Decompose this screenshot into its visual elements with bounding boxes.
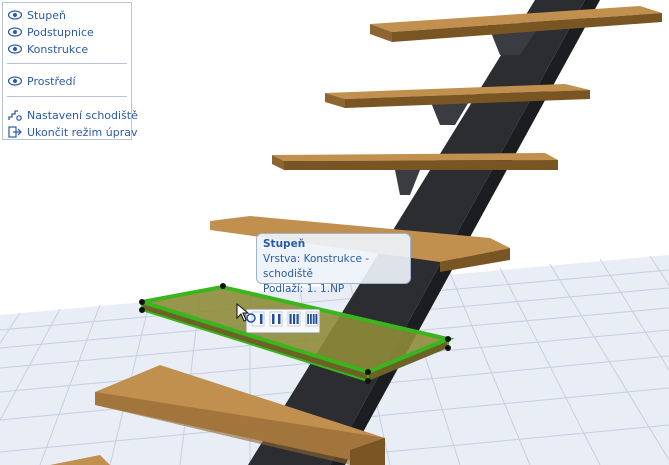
tooltip-story: Podlaží: 1. 1.NP <box>263 283 345 295</box>
panel-item-label: Konstrukce <box>27 42 89 56</box>
selection-node[interactable] <box>365 369 371 375</box>
selection-node[interactable] <box>139 307 145 313</box>
panel-item-label: Ukončit režim úprav <box>27 125 138 139</box>
element-info-tooltip: Stupeň Vrstva: Konstrukce - schodiště Po… <box>256 233 411 295</box>
eye-icon <box>7 42 23 56</box>
tread-two-edges-icon <box>269 311 283 331</box>
tread[interactable] <box>272 153 558 170</box>
tooltip-layer: Vrstva: Konstrukce - schodiště <box>263 253 370 280</box>
panel-item-podstupnice[interactable]: Podstupnice <box>7 24 94 40</box>
panel-item-konstrukce[interactable]: Konstrukce <box>7 41 88 57</box>
edit-mode-panel: Stupeň Podstupnice Konstrukce Prostředí … <box>2 2 138 140</box>
tread-three-edges-icon <box>287 311 301 331</box>
exit-icon <box>7 125 23 139</box>
panel-item-prostredi[interactable]: Prostředí <box>7 73 76 89</box>
tread-four-edges-icon <box>305 311 319 331</box>
selection-node[interactable] <box>445 345 451 351</box>
divider <box>7 96 127 97</box>
tread-two-edges-button[interactable] <box>269 311 284 331</box>
panel-item-stair-settings[interactable]: Nastavení schodiště <box>7 107 138 123</box>
selection-node[interactable] <box>445 336 451 342</box>
eye-icon <box>7 8 23 22</box>
divider <box>7 63 127 64</box>
tread-four-edges-button[interactable] <box>304 311 319 331</box>
panel-item-label: Stupeň <box>27 8 66 22</box>
panel-item-exit-edit-mode[interactable]: Ukončit režim úprav <box>7 124 137 140</box>
selection-node[interactable] <box>365 378 371 384</box>
panel-item-stupen[interactable]: Stupeň <box>7 7 66 23</box>
selection-node[interactable] <box>220 283 226 289</box>
stair-settings-icon <box>7 108 23 122</box>
panel-item-label: Prostředí <box>27 74 76 88</box>
tread-three-edges-button[interactable] <box>287 311 302 331</box>
panel-item-label: Podstupnice <box>27 25 94 39</box>
tooltip-title: Stupeň <box>263 238 306 250</box>
mouse-cursor-icon <box>236 302 258 325</box>
panel-item-label: Nastavení schodiště <box>27 108 138 122</box>
eye-icon <box>7 74 23 88</box>
selection-node[interactable] <box>139 299 145 305</box>
eye-icon <box>7 25 23 39</box>
